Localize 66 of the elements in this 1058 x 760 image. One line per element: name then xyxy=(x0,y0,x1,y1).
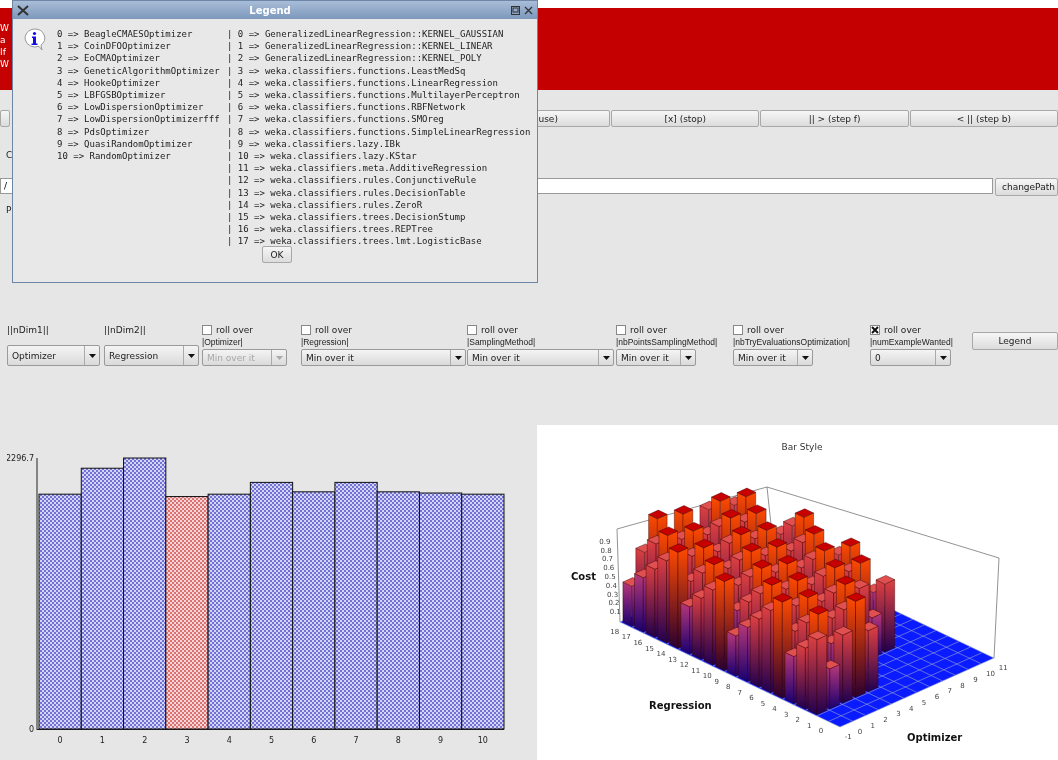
checkbox-label: roll over xyxy=(630,324,667,335)
legend-entry: 6 => LowDispersionOptimizer xyxy=(57,101,205,114)
legend-entry: 5 => LBFGSBOptimizer xyxy=(57,89,167,102)
checkbox-label: roll over xyxy=(216,324,253,335)
legend-entry: | 10 => weka.classifiers.lazy.KStar xyxy=(227,150,418,163)
axis-label: Regression xyxy=(649,700,712,711)
filter-label: |SamplingMethod| xyxy=(467,336,537,349)
legend-entry: 0 => BeagleCMAESOptimizer xyxy=(57,28,194,41)
legend-entry: 3 => GeneticAlgorithmOptimizer xyxy=(57,64,221,77)
filter-label: |Optimizer| xyxy=(202,336,244,349)
legend-entry: | 16 => weka.classifiers.trees.REPTree xyxy=(227,223,434,236)
filter-label: |nbPointsSamplingMethod| xyxy=(616,336,719,349)
legend-entry: | 4 => weka.classifiers.functions.LinearRegression xyxy=(227,76,499,89)
field-label: P xyxy=(6,205,12,215)
tick-label: 6 xyxy=(311,736,317,745)
axis-label: Optimizer xyxy=(907,732,963,743)
legend-entry: | 12 => weka.classifiers.rules.ConjunctiveRule xyxy=(227,174,478,187)
legend-entry: | 17 => weka.classifiers.trees.lmt.LogisticBase xyxy=(227,235,483,248)
legend-entry: | 13 => weka.classifiers.rules.DecisionTable xyxy=(227,186,467,199)
legend-entry: | 1 => GeneralizedLinearRegression::KERNEL_LINEAR xyxy=(227,40,494,53)
filter-label: |Regression| xyxy=(301,336,350,349)
legend-entry: | 2 => GeneralizedLinearRegression::KERNEL_POLY xyxy=(227,52,483,65)
banner-text: W xyxy=(0,22,8,34)
tick-label: 7 xyxy=(353,736,359,745)
filter-label: |nbTryEvaluationsOptimization| xyxy=(733,336,851,349)
banner-text: W xyxy=(0,58,8,70)
legend-entry: | 3 => weka.classifiers.functions.LeastMedSq xyxy=(227,64,467,77)
legend-entry: | 9 => weka.classifiers.lazy.IBk xyxy=(227,137,402,151)
legend-entry: | 7 => weka.classifiers.functions.SMOreg xyxy=(227,113,445,126)
dimension-label: ||nDim1|| xyxy=(7,324,50,337)
checkbox-label: roll over xyxy=(481,324,518,335)
field-label: C xyxy=(6,150,13,160)
banner-text: If xyxy=(0,46,7,58)
dimension-label: ||nDim2|| xyxy=(104,324,147,337)
tick-label: 2296.7 xyxy=(7,454,34,463)
tick-label: 2 xyxy=(142,736,148,745)
legend-entry: | 6 => weka.classifiers.functions.RBFNetwork xyxy=(227,101,467,114)
axis-label: Cost xyxy=(571,571,596,582)
tick-label: 1 xyxy=(99,736,105,745)
legend-entry: 10 => RandomOptimizer xyxy=(57,150,172,163)
checkbox-label: roll over xyxy=(747,324,784,335)
legend-entry: 7 => LowDispersionOptimizerfff xyxy=(57,113,221,126)
checkbox-label: roll over xyxy=(884,324,921,335)
tick-label: 5 xyxy=(268,736,275,745)
legend-entry: 9 => QuasiRandomOptimizer xyxy=(57,137,194,151)
tick-label: 10 xyxy=(477,736,488,745)
tick-label: 9 xyxy=(438,736,444,745)
legend-entry: 4 => HookeOptimizer xyxy=(57,76,161,89)
dialog-title: Legend xyxy=(248,4,292,16)
checkbox-label: roll over xyxy=(315,324,352,335)
legend-entry: | 11 => weka.classifiers.meta.AdditiveRegression xyxy=(227,162,489,175)
tick-label: 3 xyxy=(184,736,190,745)
legend-entry: | 15 => weka.classifiers.trees.DecisionStump xyxy=(227,211,467,224)
tick-label: 0 xyxy=(57,736,63,745)
filter-label: |numExampleWanted| xyxy=(870,336,954,349)
legend-entry: | 5 => weka.classifiers.functions.MultilayerPerceptron xyxy=(227,89,521,102)
tick-label: 4 xyxy=(226,736,232,745)
legend-entry: 2 => EoCMAOptimizer xyxy=(57,52,161,65)
banner-text: a xyxy=(0,34,7,46)
legend-entry: 1 => CoinDFOOptimizer xyxy=(57,40,172,53)
chart-title: Bar Style xyxy=(781,442,823,452)
legend-entry: | 14 => weka.classifiers.rules.ZeroR xyxy=(227,198,424,212)
tick-label: 8 xyxy=(395,736,401,745)
tick-label: 0 xyxy=(28,725,34,734)
legend-entry: 8 => PdsOptimizer xyxy=(57,125,151,138)
legend-entry: | 0 => GeneralizedLinearRegression::KERNEL_GAUSSIAN xyxy=(227,28,505,41)
